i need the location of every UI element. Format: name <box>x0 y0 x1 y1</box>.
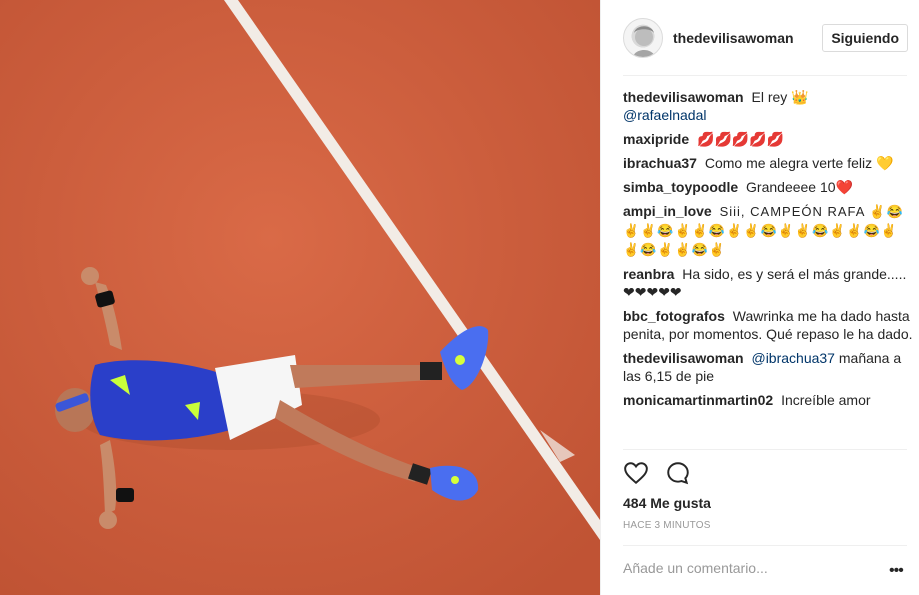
add-comment-input[interactable] <box>623 556 883 580</box>
header-divider <box>623 75 907 76</box>
comment-item: maxipride 💋💋💋💋💋 <box>623 130 913 148</box>
avatar[interactable] <box>623 17 663 58</box>
more-options-icon[interactable]: ••• <box>889 562 904 580</box>
comment-item: monicamartinmartin02 Increíble amor <box>623 391 913 409</box>
tennis-player-illustration <box>0 0 600 595</box>
post-header: thedevilisawoman Siguiendo <box>601 0 919 75</box>
comment-item: thedevilisawoman @ibrachua37 mañana a la… <box>623 349 913 385</box>
following-button[interactable]: Siguiendo <box>822 23 908 52</box>
comment-username[interactable]: simba_toypoodle <box>623 179 738 195</box>
comment-username[interactable]: monicamartinmartin02 <box>623 392 773 408</box>
post-author-username[interactable]: thedevilisawoman <box>673 30 794 46</box>
comment-item: ibrachua37 Como me alegra verte feliz 💛 <box>623 154 913 172</box>
comment-item: bbc_fotografos Wawrinka me ha dado hasta… <box>623 307 913 343</box>
post-timestamp: HACE 3 MINUTOS <box>623 520 711 531</box>
comment-username[interactable]: reanbra <box>623 266 674 282</box>
comment-username[interactable]: thedevilisawoman <box>623 350 744 366</box>
comment-item: thedevilisawoman El rey 👑 @rafaelnadal <box>623 88 913 124</box>
likes-count[interactable]: 484 Me gusta <box>623 495 711 511</box>
comment-item: simba_toypoodle Grandeeee 10❤️ <box>623 178 913 196</box>
post-photo[interactable] <box>0 0 600 595</box>
comment-item: ampi_in_love Siii, CAMPEÓN RAFA ✌😂✌✌😂✌✌😂… <box>623 202 913 259</box>
comment-mention[interactable]: @rafaelnadal <box>623 107 707 123</box>
comment-username[interactable]: bbc_fotografos <box>623 308 725 324</box>
actions-divider <box>623 449 907 450</box>
comment-input-divider <box>623 545 907 546</box>
avatar-portrait-icon <box>632 25 656 57</box>
comment-username[interactable]: ibrachua37 <box>623 155 697 171</box>
comments-list: thedevilisawoman El rey 👑 @rafaelnadal m… <box>623 88 913 450</box>
comment-username[interactable]: thedevilisawoman <box>623 89 744 105</box>
comment-username[interactable]: maxipride <box>623 131 689 147</box>
comment-text: El rey 👑 <box>751 89 809 105</box>
comment-text: 💋💋💋💋💋 <box>697 131 785 147</box>
heart-icon[interactable] <box>623 460 649 486</box>
comment-text: Grandeeee 10❤️ <box>746 179 853 195</box>
comment-text: Increíble amor <box>781 392 871 408</box>
post-side-panel: thedevilisawoman Siguiendo thedevilisawo… <box>600 0 919 595</box>
comment-text: Como me alegra verte feliz 💛 <box>704 155 894 171</box>
comment-username[interactable]: ampi_in_love <box>623 203 712 219</box>
comment-item: reanbra Ha sido, es y será el más grande… <box>623 265 913 301</box>
post-actions <box>623 460 691 486</box>
comment-bubble-icon[interactable] <box>665 460 691 486</box>
comment-mention[interactable]: @ibrachua37 <box>751 350 835 366</box>
